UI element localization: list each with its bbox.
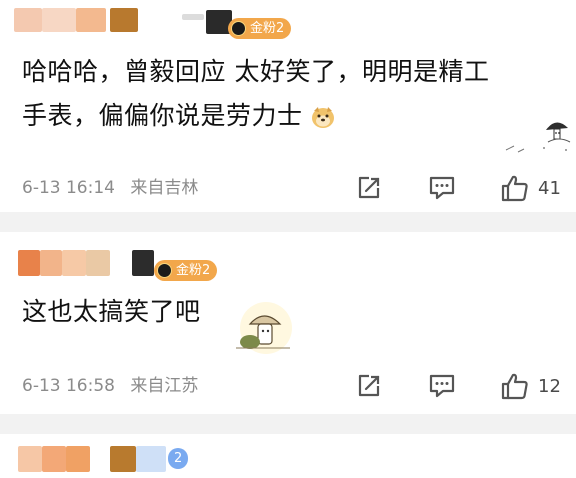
blurred-username[interactable]: [132, 250, 154, 276]
comment-divider: [0, 414, 576, 434]
blurred-avatar[interactable]: [14, 8, 42, 32]
fan-badge-icon: [157, 263, 172, 278]
comment-text-line: 这也太搞笑了吧: [22, 297, 201, 326]
mushroom-doodle: [505, 122, 571, 153]
comment-text: 这也太搞笑了吧: [22, 290, 201, 334]
comment-meta: 6-13 16:14 来自吉林: [22, 175, 208, 201]
fan-badge-label: 2: [174, 451, 183, 466]
fan-badge-icon: [231, 21, 246, 36]
like-button[interactable]: 41: [500, 172, 561, 204]
like-button[interactable]: 12: [500, 370, 561, 402]
like-icon: [501, 373, 528, 400]
comment-date: 6-13 16:58: [22, 376, 115, 396]
comment-icon: [429, 176, 455, 200]
blurred-avatar[interactable]: [18, 446, 42, 472]
repost-button[interactable]: [355, 172, 383, 204]
blurred-username[interactable]: [40, 250, 62, 276]
sticker-icon: [236, 302, 292, 354]
comment-divider: [0, 212, 576, 232]
comment-item: 金粉2 哈哈哈，曾毅回应 太好笑了，明明是精工 手表，偏偏你说是劳力士 6-13…: [0, 0, 576, 212]
comment-icon: [429, 374, 455, 398]
fan-badge-label: 金粉2: [176, 263, 211, 278]
fan-badge[interactable]: 2: [168, 448, 189, 469]
blurred-avatar[interactable]: [18, 250, 40, 276]
comment-button[interactable]: [428, 172, 456, 204]
comment-meta: 6-13 16:58 来自江苏: [22, 373, 208, 399]
comment-item: 金粉2 这也太搞笑了吧 6-13 16:58 来自江苏 12: [0, 234, 576, 426]
comment-text-line: 手表，偏偏你说是劳力士: [22, 94, 489, 138]
blurred-username[interactable]: [86, 250, 110, 276]
comment-text-line: 哈哈哈，曾毅回应 太好笑了，明明是精工: [22, 57, 490, 86]
comment-location: 来自江苏: [130, 376, 199, 396]
blurred-username[interactable]: [42, 8, 76, 32]
like-count: 41: [538, 177, 561, 199]
comment-date: 6-13 16:14: [22, 178, 115, 198]
comment-button[interactable]: [428, 370, 456, 402]
blurred-username[interactable]: [66, 446, 90, 472]
repost-icon: [358, 374, 380, 397]
repost-icon: [358, 176, 380, 199]
like-count: 12: [538, 375, 561, 397]
repost-button[interactable]: [355, 370, 383, 402]
comment-text-line-content: 手表，偏偏你说是劳力士: [22, 101, 303, 130]
like-icon: [501, 175, 528, 202]
blurred-username[interactable]: [110, 8, 138, 32]
comment-item: 2: [0, 436, 576, 478]
blurred-username[interactable]: [110, 446, 136, 472]
fan-badge-label: 金粉2: [250, 21, 285, 36]
fan-badge[interactable]: 金粉2: [154, 260, 218, 281]
blurred-username[interactable]: [76, 8, 106, 32]
fan-badge[interactable]: 金粉2: [228, 18, 292, 39]
comment-location: 来自吉林: [130, 178, 199, 198]
blurred-username[interactable]: [182, 14, 204, 20]
blurred-username[interactable]: [136, 446, 166, 472]
blurred-username[interactable]: [42, 446, 66, 472]
comment-text: 哈哈哈，曾毅回应 太好笑了，明明是精工 手表，偏偏你说是劳力士: [22, 50, 489, 138]
blurred-username[interactable]: [62, 250, 86, 276]
doge-sticker-icon: [311, 107, 334, 128]
